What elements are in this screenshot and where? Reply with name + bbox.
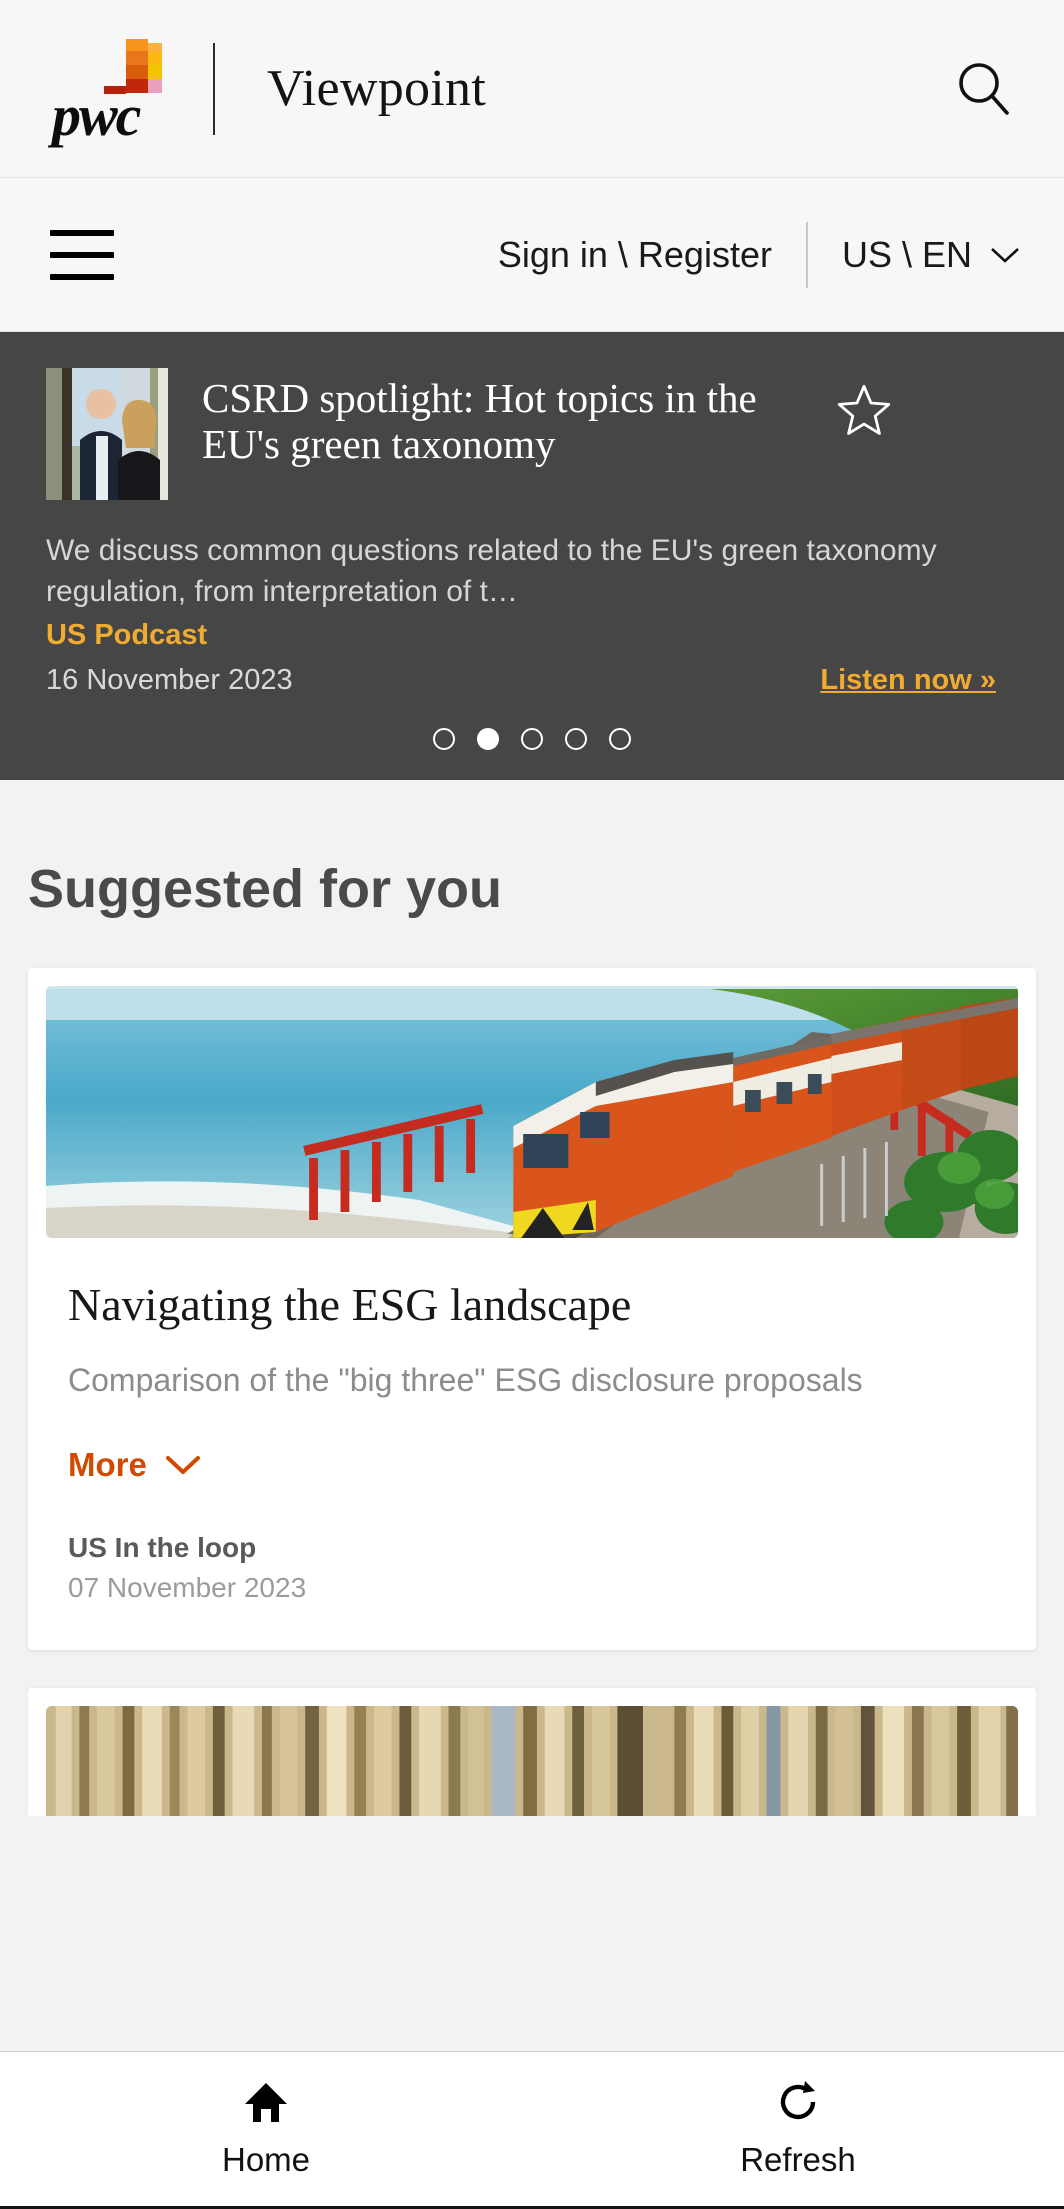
nav-separator <box>805 221 808 288</box>
listen-now-link[interactable]: Listen now » <box>820 664 996 697</box>
carousel-dot-5[interactable] <box>609 728 631 750</box>
hero-meta-row: 16 November 2023 Listen now » <box>46 664 1018 697</box>
hero-top-row: CSRD spotlight: Hot topics in the EU's g… <box>46 368 1018 500</box>
hamburger-line <box>50 229 114 236</box>
bottom-nav-home-label: Home <box>221 2141 311 2178</box>
card-title[interactable]: Navigating the ESG landscape <box>68 1278 996 1332</box>
bamboo-texture-photo <box>46 1705 1018 1816</box>
app-screen: pwc Viewpoint Sign in \ Register US \ EN <box>0 0 1064 2209</box>
hero-description: We discuss common questions related to t… <box>46 534 937 609</box>
card-body: Navigating the ESG landscape Comparison … <box>46 1238 1018 1650</box>
hamburger-line <box>50 251 114 258</box>
sign-in-register-link[interactable]: Sign in \ Register <box>498 234 772 276</box>
card-image <box>46 986 1018 1238</box>
carousel-dots <box>0 728 1064 750</box>
locale-label: US \ EN <box>841 233 972 275</box>
hero-carousel: CSRD spotlight: Hot topics in the EU's g… <box>0 332 1064 780</box>
search-icon <box>959 62 1009 115</box>
utility-nav-bar: Sign in \ Register US \ EN <box>0 178 1064 332</box>
coastal-train-photo <box>46 986 1018 1238</box>
hero-title[interactable]: CSRD spotlight: Hot topics in the EU's g… <box>202 368 802 468</box>
bottom-nav-home-button[interactable]: Home <box>0 2079 532 2179</box>
carousel-dot-3[interactable] <box>521 728 543 750</box>
star-outline-icon[interactable] <box>836 382 892 438</box>
locale-selector[interactable]: US \ EN <box>842 234 1020 276</box>
carousel-dot-4[interactable] <box>565 728 587 750</box>
brand-zone: pwc Viewpoint <box>52 35 948 148</box>
more-toggle-button[interactable]: More <box>68 1446 996 1484</box>
bottom-nav-refresh-button[interactable]: Refresh <box>532 2079 1064 2179</box>
carousel-dot-2[interactable] <box>477 728 499 750</box>
more-label: More <box>68 1445 147 1483</box>
chevron-down-icon <box>165 1455 200 1474</box>
suggested-card[interactable]: Navigating the ESG landscape Comparison … <box>28 968 1036 1650</box>
hamburger-line <box>50 273 114 280</box>
hero-date: 16 November 2023 <box>46 663 293 696</box>
pwc-wordmark: pwc <box>52 82 141 148</box>
top-header: pwc Viewpoint <box>0 0 1064 178</box>
page-title: Viewpoint <box>267 59 487 117</box>
refresh-icon <box>780 2081 816 2120</box>
card-subtitle: Comparison of the "big three" ESG disclo… <box>68 1362 863 1399</box>
carousel-dot-1[interactable] <box>433 728 455 750</box>
bottom-nav-refresh-label: Refresh <box>740 2141 856 2178</box>
home-icon <box>245 2083 287 2122</box>
card-image <box>46 1705 1018 1816</box>
suggested-section: Suggested for you Navigating the ESG lan… <box>0 780 1064 1816</box>
card-category: US In the loop <box>68 1531 257 1563</box>
card-date: 07 November 2023 <box>68 1571 307 1603</box>
hamburger-menu-button[interactable] <box>50 229 114 280</box>
bottom-navigation-bar: Home Refresh <box>0 2051 1064 2209</box>
suggested-card[interactable] <box>28 1687 1036 1816</box>
chevron-down-icon <box>991 247 1019 263</box>
hero-category-badge: US Podcast <box>46 618 208 651</box>
search-button[interactable] <box>948 53 1020 125</box>
header-divider <box>213 42 215 135</box>
pwc-logo[interactable]: pwc <box>52 35 177 148</box>
section-heading: Suggested for you <box>28 859 503 919</box>
nav-right-group: Sign in \ Register US \ EN <box>498 221 1020 288</box>
hero-thumbnail[interactable] <box>46 368 168 500</box>
two-presenters-photo <box>46 368 168 500</box>
